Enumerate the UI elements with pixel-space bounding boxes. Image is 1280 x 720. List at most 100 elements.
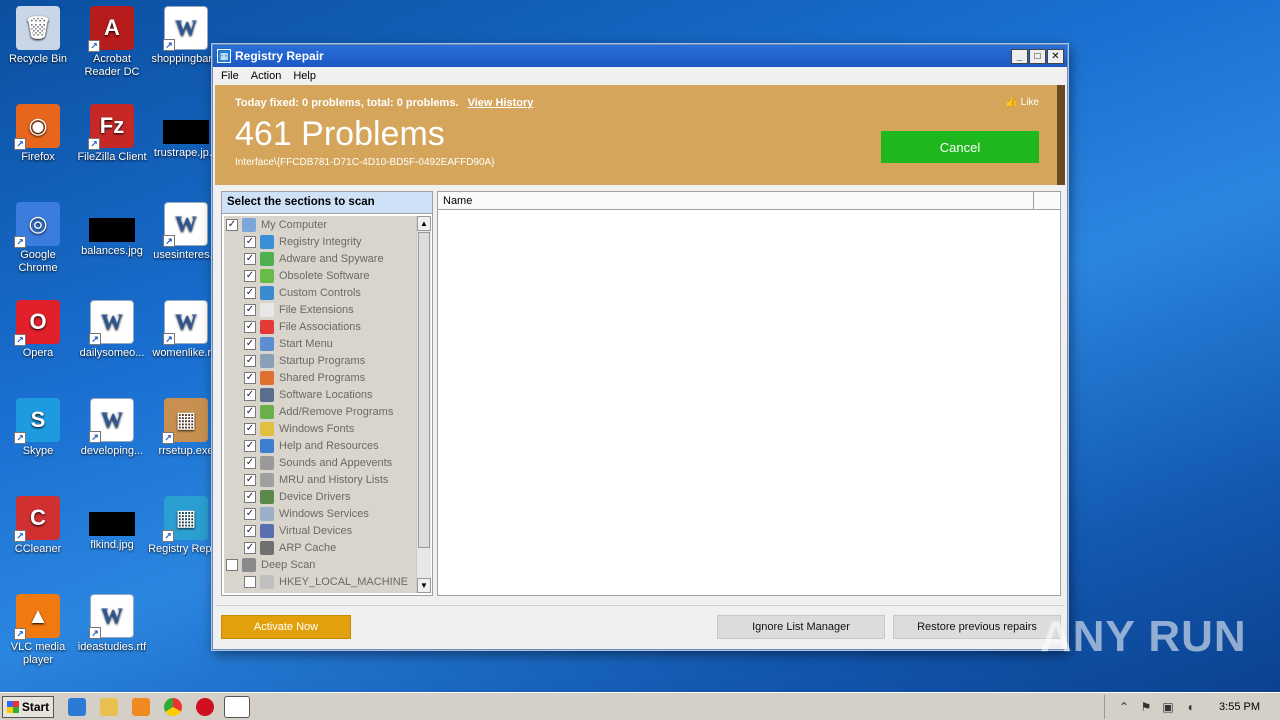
section-checkbox[interactable]: ✓ — [244, 354, 256, 367]
desktop-icon-recycle-bin[interactable]: 🗑 Recycle Bin — [0, 6, 76, 66]
desktop-icon-developing-doc[interactable]: W ↗ developing... — [74, 398, 150, 458]
section-item-virtual-devices[interactable]: ✓ Virtual Devices — [224, 522, 416, 539]
results-list[interactable]: Name — [437, 191, 1061, 596]
trustrape-jpg-icon — [163, 120, 209, 144]
section-icon — [260, 251, 274, 266]
section-item-arp-cache[interactable]: ✓ ARP Cache — [224, 539, 416, 556]
clock[interactable]: 3:55 PM — [1219, 701, 1260, 713]
section-checkbox[interactable]: ✓ — [244, 490, 256, 503]
maximize-button[interactable]: □ — [1029, 48, 1046, 64]
section-checkbox[interactable] — [244, 575, 256, 588]
close-button[interactable]: ✕ — [1047, 48, 1064, 64]
ignore-list-manager-button[interactable]: Ignore List Manager — [717, 615, 885, 639]
section-item-registry-integrity[interactable]: ✓ Registry Integrity — [224, 233, 416, 250]
chrome-icon[interactable] — [164, 697, 182, 716]
section-checkbox[interactable]: ✓ — [244, 388, 256, 401]
section-item-startup-programs[interactable]: ✓ Startup Programs — [224, 352, 416, 369]
section-item-hkey-local-machine[interactable]: HKEY_LOCAL_MACHINE — [224, 573, 416, 590]
section-label: My Computer — [261, 218, 328, 231]
section-item-adware-and-spyware[interactable]: ✓ Adware and Spyware — [224, 250, 416, 267]
section-checkbox[interactable]: ✓ — [244, 337, 256, 350]
section-item-shared-programs[interactable]: ✓ Shared Programs — [224, 369, 416, 386]
menu-file[interactable]: File — [221, 70, 239, 82]
desktop-icon-flkind-jpg[interactable]: flkind.jpg — [74, 496, 150, 552]
shortcut-arrow-icon: ↗ — [162, 432, 174, 444]
section-item-software-locations[interactable]: ✓ Software Locations — [224, 386, 416, 403]
section-item-start-menu[interactable]: ✓ Start Menu — [224, 335, 416, 352]
minimize-button[interactable]: _ — [1011, 48, 1028, 64]
section-checkbox[interactable]: ✓ — [244, 303, 256, 316]
start-button[interactable]: Start — [2, 695, 54, 718]
section-checkbox[interactable]: ✓ — [244, 320, 256, 333]
section-checkbox[interactable]: ✓ — [226, 218, 238, 231]
section-item-windows-services[interactable]: ✓ Windows Services — [224, 505, 416, 522]
registry-repair-taskbar-icon[interactable] — [224, 695, 250, 718]
sections-scrollbar[interactable]: ▲ ▼ — [416, 216, 431, 593]
section-checkbox[interactable] — [226, 558, 238, 571]
section-item-my-computer[interactable]: ✓ My Computer — [224, 216, 416, 233]
network-icon[interactable]: ▣ — [1161, 700, 1175, 714]
section-checkbox[interactable]: ✓ — [244, 371, 256, 384]
section-checkbox[interactable]: ✓ — [244, 235, 256, 248]
chevron-up-icon[interactable]: ⌃ — [1117, 700, 1131, 714]
like-button[interactable]: 👍 Like — [1005, 97, 1039, 108]
file-explorer-icon[interactable] — [100, 697, 118, 716]
desktop-icon-filezilla[interactable]: Fz ↗ FileZilla Client — [74, 104, 150, 164]
section-item-windows-fonts[interactable]: ✓ Windows Fonts — [224, 420, 416, 437]
menu-help[interactable]: Help — [293, 70, 316, 82]
section-checkbox[interactable]: ✓ — [244, 422, 256, 435]
section-item-file-extensions[interactable]: ✓ File Extensions — [224, 301, 416, 318]
section-item-sounds-and-appevents[interactable]: ✓ Sounds and Appevents — [224, 454, 416, 471]
flag-icon[interactable]: ⚑ — [1139, 700, 1153, 714]
section-item-device-drivers[interactable]: ✓ Device Drivers — [224, 488, 416, 505]
volume-icon[interactable]: ◖ — [1183, 700, 1197, 714]
section-checkbox[interactable]: ✓ — [244, 405, 256, 418]
section-checkbox[interactable]: ✓ — [244, 269, 256, 282]
cancel-button[interactable]: Cancel — [881, 131, 1039, 163]
desktop-icon-balances-jpg[interactable]: balances.jpg — [74, 202, 150, 258]
dailysomeo-doc-icon: W ↗ — [89, 300, 134, 345]
section-checkbox[interactable]: ✓ — [244, 456, 256, 469]
section-item-custom-controls[interactable]: ✓ Custom Controls — [224, 284, 416, 301]
shortcut-arrow-icon: ↗ — [88, 40, 100, 52]
scroll-down-icon[interactable]: ▼ — [417, 578, 431, 593]
desktop-icon-firefox[interactable]: ◉ ↗ Firefox — [0, 104, 76, 164]
scroll-thumb[interactable] — [418, 232, 430, 548]
scroll-up-icon[interactable]: ▲ — [417, 216, 431, 231]
desktop-icon-label: Acrobat Reader DC — [84, 53, 140, 78]
desktop-icon-dailysomeo-doc[interactable]: W ↗ dailysomeo... — [74, 300, 150, 360]
view-history-link[interactable]: View History — [468, 97, 534, 109]
desktop-icon-skype[interactable]: S ↗ Skype — [0, 398, 76, 458]
section-label: Custom Controls — [279, 286, 361, 299]
section-checkbox[interactable]: ✓ — [244, 252, 256, 265]
section-label: Windows Fonts — [279, 422, 355, 435]
desktop-icon-ideastudies-rtf[interactable]: W ↗ ideastudies.rtf — [74, 594, 150, 654]
restore-previous-repairs-button[interactable]: Restore previous repairs — [893, 615, 1061, 639]
section-item-help-and-resources[interactable]: ✓ Help and Resources — [224, 437, 416, 454]
section-checkbox[interactable]: ✓ — [244, 439, 256, 452]
desktop-icon-acrobat-reader[interactable]: A ↗ Acrobat Reader DC — [74, 6, 150, 79]
menu-action[interactable]: Action — [251, 70, 282, 82]
media-player-icon[interactable] — [132, 697, 150, 716]
desktop-icon-opera[interactable]: O ↗ Opera — [0, 300, 76, 360]
section-item-mru-and-history-lists[interactable]: ✓ MRU and History Lists — [224, 471, 416, 488]
section-checkbox[interactable]: ✓ — [244, 524, 256, 537]
desktop-icon-ccleaner[interactable]: C ↗ CCleaner — [0, 496, 76, 556]
section-icon — [260, 455, 274, 470]
status-banner: Today fixed: 0 problems, total: 0 proble… — [215, 85, 1065, 185]
desktop-icon-chrome[interactable]: ◎ ↗ Google Chrome — [0, 202, 76, 275]
activate-now-button[interactable]: Activate Now — [221, 615, 351, 639]
section-item-obsolete-software[interactable]: ✓ Obsolete Software — [224, 267, 416, 284]
section-item-add-remove-programs[interactable]: ✓ Add/Remove Programs — [224, 403, 416, 420]
section-checkbox[interactable]: ✓ — [244, 286, 256, 299]
section-checkbox[interactable]: ✓ — [244, 473, 256, 486]
opera-icon[interactable] — [196, 697, 214, 716]
section-item-file-associations[interactable]: ✓ File Associations — [224, 318, 416, 335]
title-bar[interactable]: ▦ Registry Repair _ □ ✕ — [213, 45, 1067, 67]
column-name[interactable]: Name — [438, 192, 1034, 209]
section-checkbox[interactable]: ✓ — [244, 541, 256, 554]
internet-explorer-icon[interactable] — [68, 697, 86, 716]
section-checkbox[interactable]: ✓ — [244, 507, 256, 520]
desktop-icon-vlc[interactable]: ▲ ↗ VLC media player — [0, 594, 76, 667]
section-item-deep-scan[interactable]: Deep Scan — [224, 556, 416, 573]
